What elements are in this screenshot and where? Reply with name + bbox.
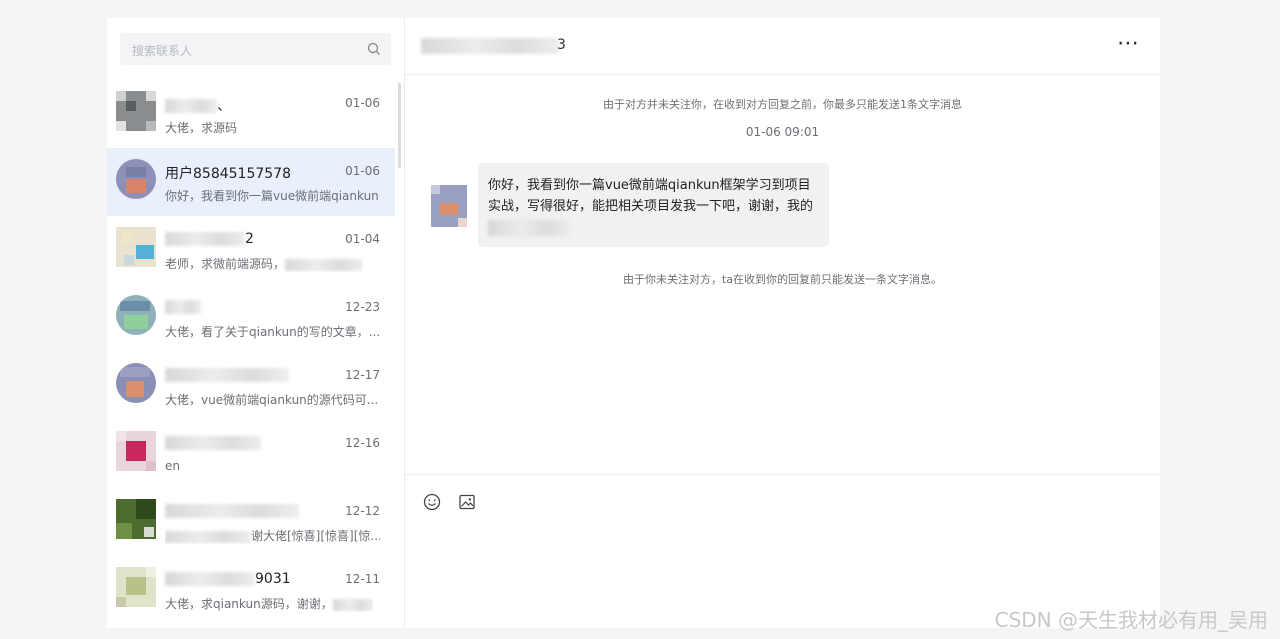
conversation-item[interactable]: 9031 12-11 大佬，求qiankun源码，谢谢， [107,556,395,624]
redacted-name [165,300,201,314]
conversation-item[interactable]: 、 01-06 大佬，求源码 [107,80,395,148]
search-input[interactable]: 搜索联系人 [120,33,391,65]
message-line: 你好，我看到你一篇vue微前端qiankun框架学习到项目 [488,178,811,193]
sender-avatar [431,185,467,227]
conversation-date: 01-06 [345,96,380,110]
preview-text: 老师，求微前端源码， [165,257,286,271]
conversation-preview: 你好，我看到你一篇vue微前端qiankun... [165,189,380,203]
conversation-preview: 大佬，看了关于qiankun的写的文章，... [165,325,380,339]
message-bubble: 你好，我看到你一篇vue微前端qiankun框架学习到项目 实战，写得很好，能把… [478,163,829,247]
name-suffix: 2 [245,231,254,247]
avatar [116,295,156,335]
avatar [116,431,156,471]
conversation-list: 、 01-06 大佬，求源码 用户85845157578 01-06 你好，我看… [107,80,405,628]
conversation-preview: en [165,459,180,473]
system-notice: 由于你未关注对方，ta在收到你的回复前只能发送一条文字消息。 [622,273,943,286]
image-icon[interactable] [458,493,476,511]
contact-name [165,299,201,315]
conversation-date: 01-06 [345,164,380,178]
avatar [116,91,156,131]
redacted-name [165,99,217,113]
contact-name [165,367,289,383]
redacted-name [165,232,245,246]
watermark: CSDN @天生我材必有用_吴用 [994,608,1268,632]
contact-sidebar: 搜索联系人 、 01-06 大佬，求源码 用户85845157578 01-06 [107,18,405,628]
redacted-text [285,258,364,271]
contact-name [165,435,261,451]
preview-text: 谢大佬[惊喜][惊喜][惊... [251,529,380,543]
redacted-name [165,436,261,450]
conversation-item[interactable]: 12-12 谢大佬[惊喜][惊喜][惊... [107,488,395,556]
redacted-text [332,598,373,611]
conversation-item[interactable]: 12-16 en [107,420,395,488]
chat-panel: 3 ⋯ 由于对方并未关注你，在收到对方回复之前，你最多只能发送1条文字消息 01… [405,18,1160,628]
conversation-date: 12-23 [345,300,380,314]
contact-name: 、 [165,95,231,115]
name-suffix: 、 [217,98,231,114]
chat-header: 3 ⋯ [405,18,1160,75]
redacted-text [488,219,572,236]
search-placeholder: 搜索联系人 [132,44,193,58]
chat-title-redacted [421,38,559,54]
chat-title-suffix: 3 [557,37,566,53]
conversation-preview: 谢大佬[惊喜][惊喜][惊... [165,527,380,544]
name-suffix: 9031 [255,571,291,587]
conversation-item[interactable]: 12-23 大佬，看了关于qiankun的写的文章，... [107,284,395,352]
chat-app: 搜索联系人 、 01-06 大佬，求源码 用户85845157578 01-06 [107,18,1160,628]
conversation-preview: 大佬，vue微前端qiankun的源代码可... [165,393,379,407]
conversation-item[interactable]: 用户85845157578 01-06 你好，我看到你一篇vue微前端qiank… [107,148,395,216]
avatar [116,227,156,267]
message-line-redacted [488,217,819,238]
avatar [116,159,156,199]
system-notice: 由于对方并未关注你，在收到对方回复之前，你最多只能发送1条文字消息 [603,98,962,111]
preview-text: 大佬，求qiankun源码，谢谢， [165,597,333,611]
redacted-text [165,530,251,543]
conversation-item[interactable]: 2 01-04 老师，求微前端源码， [107,216,395,284]
conversation-date: 12-16 [345,436,380,450]
redacted-name [165,572,255,586]
conversation-date: 12-11 [345,572,380,586]
redacted-name [165,504,299,518]
conversation-date: 01-04 [345,232,380,246]
message-line: 实战，写得很好，能把相关项目发我一下吧，谢谢，我的 [488,199,814,214]
conversation-item[interactable]: 12-17 大佬，vue微前端qiankun的源代码可... [107,352,395,420]
conversation-preview: 老师，求微前端源码， [165,255,364,272]
conversation-preview: 大佬，求qiankun源码，谢谢， [165,595,373,612]
contact-name: 用户85845157578 [165,166,291,182]
avatar [116,499,156,539]
conversation-date: 12-17 [345,368,380,382]
avatar [116,363,156,403]
message-timestamp: 01-06 09:01 [745,125,820,139]
contact-name: 9031 [165,571,291,587]
avatar [116,567,156,607]
search-icon[interactable] [367,42,381,56]
conversation-date: 12-12 [345,504,380,518]
more-icon[interactable]: ⋯ [1117,31,1140,56]
conversation-preview: 大佬，求源码 [165,121,238,135]
contact-name: 2 [165,231,254,247]
emoji-icon[interactable] [423,493,441,511]
contact-name [165,503,299,519]
redacted-name [165,368,289,382]
